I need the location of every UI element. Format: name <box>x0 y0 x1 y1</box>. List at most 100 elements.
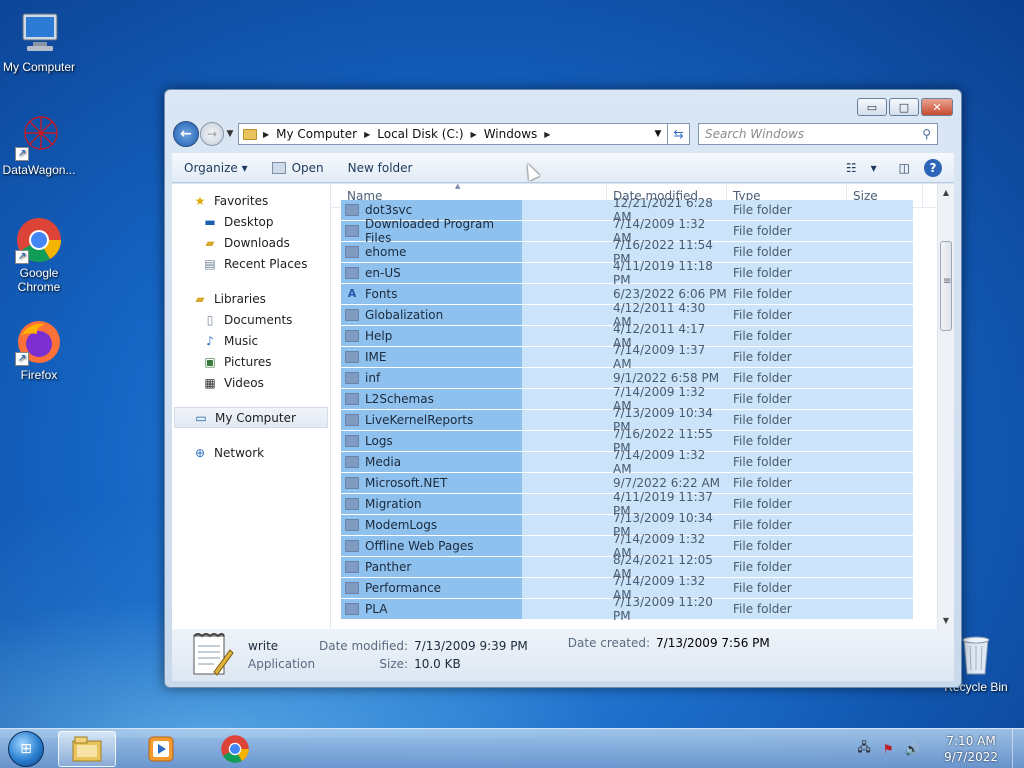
folder-icon <box>345 414 359 426</box>
scroll-up-icon[interactable]: ▲ <box>938 184 954 201</box>
show-desktop-button[interactable] <box>1012 728 1024 768</box>
file-name: Logs <box>365 434 393 448</box>
file-type: File folder <box>733 434 792 448</box>
music-icon: ♪ <box>206 333 214 348</box>
volume-icon[interactable]: 🔊 <box>904 741 920 757</box>
address-dropdown-icon[interactable]: ▼ <box>649 129 667 139</box>
file-name-cell: ModemLogs <box>341 515 522 535</box>
view-options-dropdown[interactable]: ▾ <box>871 161 877 175</box>
nav-videos[interactable]: ▦ Videos <box>172 372 330 393</box>
open-button[interactable]: Open <box>271 161 324 175</box>
nav-music[interactable]: ♪ Music <box>172 330 330 351</box>
breadcrumb-windows[interactable]: Windows <box>484 127 538 141</box>
nav-downloads[interactable]: ▰ Downloads <box>172 232 330 253</box>
file-name: ModemLogs <box>365 518 438 532</box>
file-row[interactable]: PLA 7/13/2009 11:20 PM File folder <box>341 595 913 623</box>
explorer-icon <box>72 736 102 761</box>
nav-recent-places[interactable]: ▤ Recent Places <box>172 253 330 274</box>
nav-libraries[interactable]: ▰ Libraries <box>172 288 330 309</box>
clock[interactable]: 7:10 AM 9/7/2022 <box>944 733 998 765</box>
action-center-flag-icon[interactable]: ⚑ <box>880 741 896 757</box>
breadcrumb-chevron-icon[interactable]: ▶ <box>263 130 269 139</box>
open-icon <box>271 161 286 174</box>
folder-icon <box>345 330 359 342</box>
minimize-button[interactable]: ▭ <box>857 98 887 116</box>
change-view-icon[interactable]: ☷ <box>846 161 857 175</box>
refresh-button[interactable]: ⇆ <box>668 123 690 145</box>
windows-logo-icon: ⊞ <box>20 740 32 757</box>
clock-date: 9/7/2022 <box>944 749 998 764</box>
file-name: Globalization <box>365 308 444 322</box>
file-date-modified: 9/1/2022 6:58 PM <box>613 371 720 385</box>
details-name-block: write Application <box>248 639 315 671</box>
file-name: ehome <box>365 245 407 259</box>
maximize-button[interactable]: □ <box>889 98 919 116</box>
nav-network[interactable]: ⊕ Network <box>172 442 330 463</box>
breadcrumb-local-disk[interactable]: Local Disk (C:) <box>377 127 463 141</box>
back-arrow-icon: ← <box>180 126 192 142</box>
breadcrumb-chevron-icon[interactable]: ▶ <box>364 130 370 139</box>
file-name-cell: PLA <box>341 599 522 619</box>
breadcrumb-my-computer[interactable]: My Computer <box>276 127 357 141</box>
start-button[interactable]: ⊞ <box>8 730 44 767</box>
desktop-icon-firefox[interactable]: ↗ Firefox <box>0 318 78 382</box>
desktop-icon-my-computer[interactable]: My Computer <box>0 10 78 74</box>
computer-icon: ▭ <box>195 410 207 425</box>
taskbar-explorer-button[interactable] <box>58 730 116 767</box>
nav-desktop[interactable]: ▬ Desktop <box>172 211 330 232</box>
sort-ascending-icon: ▲ <box>455 184 461 190</box>
file-name: LiveKernelReports <box>365 413 474 427</box>
chrome-icon <box>221 734 249 763</box>
nav-my-computer[interactable]: ▭ My Computer <box>174 407 328 428</box>
file-row[interactable]: Media 7/14/2009 1:32 AM File folder <box>341 448 913 476</box>
desktop-icon-datawagon[interactable]: ↗ DataWagon... <box>0 113 78 177</box>
preview-pane-icon[interactable]: ◫ <box>899 161 910 175</box>
shortcut-arrow-icon: ↗ <box>15 352 29 366</box>
folder-icon <box>345 351 359 363</box>
breadcrumb-chevron-icon[interactable]: ▶ <box>544 130 550 139</box>
breadcrumb-chevron-icon[interactable]: ▶ <box>471 130 477 139</box>
file-type: File folder <box>733 308 792 322</box>
scrollbar-thumb[interactable] <box>940 241 952 331</box>
folder-icon <box>345 393 359 405</box>
back-button[interactable]: ← <box>173 121 199 147</box>
taskbar-chrome-button[interactable] <box>206 731 264 767</box>
file-type: File folder <box>733 371 792 385</box>
file-type: File folder <box>733 266 792 280</box>
network-tray-icon[interactable]: 🖧 <box>856 740 872 757</box>
file-type: File folder <box>733 539 792 553</box>
nav-pictures[interactable]: ▣ Pictures <box>172 351 330 372</box>
folder-icon <box>345 603 359 615</box>
file-date-modified: 4/11/2019 11:18 PM <box>613 259 713 287</box>
nav-documents[interactable]: ▯ Documents <box>172 309 330 330</box>
clock-time: 7:10 AM <box>946 733 996 748</box>
address-bar[interactable]: ▶ My Computer ▶ Local Disk (C:) ▶ Window… <box>238 123 668 145</box>
file-name-cell: en-US <box>341 263 522 283</box>
file-name: Performance <box>365 581 442 595</box>
chrome-icon: ↗ <box>15 216 63 264</box>
folder-icon <box>345 456 359 468</box>
vertical-scrollbar[interactable]: ▲ ▼ <box>937 184 954 629</box>
close-button[interactable]: ✕ <box>921 98 953 116</box>
taskbar-media-player-button[interactable] <box>132 731 190 767</box>
documents-icon: ▯ <box>206 312 214 327</box>
nav-favorites[interactable]: ★ Favorites <box>172 190 330 211</box>
folder-icon <box>345 246 359 258</box>
file-row[interactable]: IME 7/14/2009 1:37 AM File folder <box>341 343 913 371</box>
organize-button[interactable]: Organize ▾ <box>184 161 248 175</box>
forward-button[interactable]: → <box>200 122 224 146</box>
search-icon[interactable]: ⚲ <box>922 127 931 141</box>
new-folder-button[interactable]: New folder <box>348 161 413 175</box>
scroll-down-icon[interactable]: ▼ <box>938 612 954 629</box>
file-row[interactable]: en-US 4/11/2019 11:18 PM File folder <box>341 259 913 287</box>
help-icon[interactable]: ? <box>924 158 942 177</box>
search-input[interactable]: Search Windows ⚲ <box>698 123 938 145</box>
desktop-icon-chrome[interactable]: ↗ Google Chrome <box>0 216 78 294</box>
navigation-pane: ★ Favorites ▬ Desktop ▰ Downloads ▤ Recent P… <box>172 184 331 629</box>
folder-icon <box>345 540 359 552</box>
file-type: File folder <box>733 224 792 238</box>
recent-pages-dropdown[interactable]: ▼ <box>224 129 236 139</box>
file-name: Migration <box>365 497 422 511</box>
size-label: Size: <box>379 657 409 671</box>
explorer-window: ▭ □ ✕ ← → ▼ ▶ My Computer ▶ Local Disk (… <box>164 89 962 688</box>
